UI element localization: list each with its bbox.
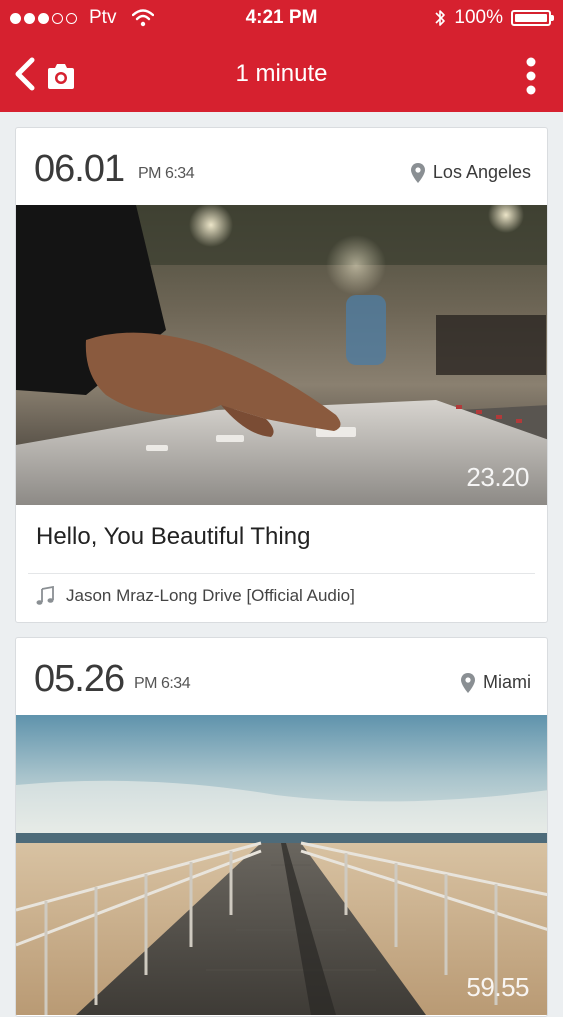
card-header: 06.01 PM 6:34 Los Angeles [16,128,547,205]
battery-percentage: 100% [454,7,503,28]
video-thumbnail[interactable]: 23.20 [16,205,547,505]
card-song[interactable]: Jason Mraz-Long Drive [Official Audio] [16,574,547,618]
location-label: Miami [483,672,531,692]
card-date: 06.01 [34,148,125,190]
more-vertical-icon[interactable] [525,56,537,96]
card-caption: Hello, You Beautiful Thing [36,523,311,550]
card-location: Miami [461,672,531,693]
status-bar: Ptv 4:21 PM 100% [0,0,563,36]
video-duration: 23.20 [466,462,529,492]
location-label: Los Angeles [432,162,531,182]
card-date: 05.26 [34,658,125,700]
video-thumbnail[interactable]: 59.55 [16,715,547,1015]
battery-icon [511,10,554,26]
app-header: Ptv 4:21 PM 100% 1 minute [0,0,563,112]
navigation-bar: 1 minute [0,44,563,108]
bluetooth-icon [435,10,446,26]
boardwalk-photo [16,715,547,1015]
card-time: PM 6:34 [134,675,191,692]
card-location: Los Angeles [410,162,531,183]
music-note-icon [36,586,54,605]
card-time: PM 6:34 [138,165,195,182]
song-title: Jason Mraz-Long Drive [Official Audio] [66,586,355,605]
video-duration: 59.55 [466,972,529,1002]
mixing-console-photo [16,205,547,505]
moment-card[interactable]: 05.26 PM 6:34 Miami 59.55 [15,637,548,1017]
location-pin-icon [410,162,425,183]
moment-card[interactable]: 06.01 PM 6:34 Los Angeles 23.20 Hello, Y… [15,127,548,623]
page-title: 1 minute [235,60,328,87]
card-header: 05.26 PM 6:34 Miami [16,638,547,715]
location-pin-icon [461,672,475,693]
